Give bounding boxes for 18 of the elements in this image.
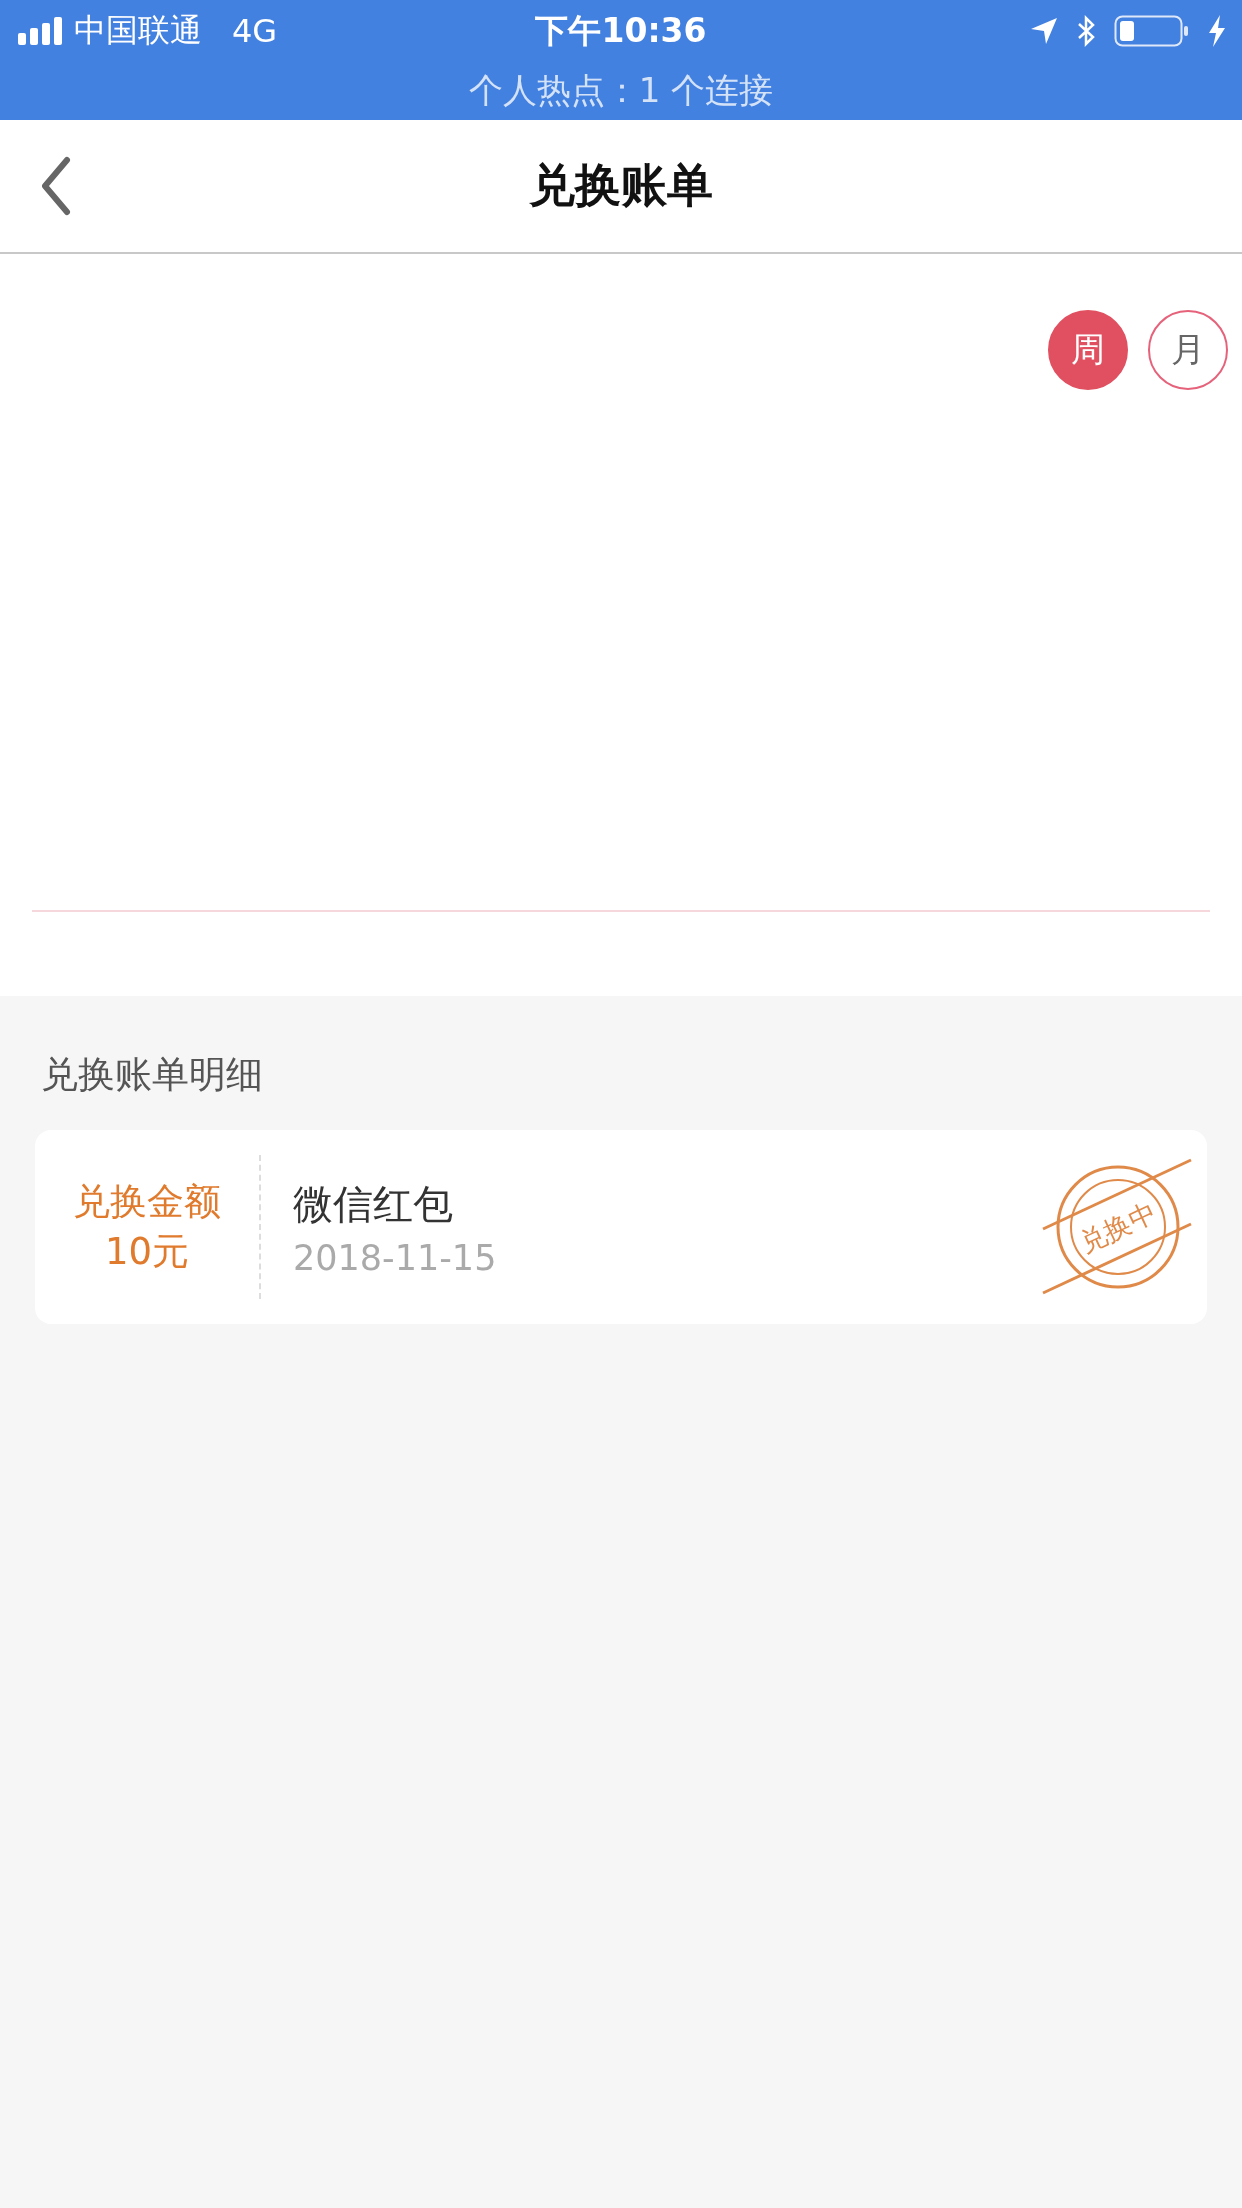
section-title: 兑换账单明细 (40, 1052, 264, 1098)
status-time: 下午10:36 (535, 9, 707, 52)
amount-label: 兑换金额 (73, 1179, 221, 1225)
stamp-label: 兑换中 (1073, 1195, 1162, 1261)
network-type: 4G (232, 12, 278, 50)
location-arrow-icon (1030, 17, 1058, 45)
period-toggle[interactable]: 周 (1048, 310, 1128, 390)
page-title: 兑换账单 (529, 157, 713, 214)
battery-icon (1114, 15, 1190, 47)
carrier-name: 中国联通 (74, 10, 202, 51)
record-name: 微信红包 (293, 1179, 454, 1229)
charging-bolt-icon (1208, 15, 1226, 47)
hotspot-text: 个人热点：1 个连接 (468, 69, 774, 112)
record-date: 2018-11-15 (293, 1237, 498, 1278)
amount-value: 10元 (104, 1229, 190, 1275)
bluetooth-icon (1076, 15, 1096, 47)
period-toggle[interactable]: 月 (1148, 310, 1228, 390)
signal-icon (18, 17, 64, 45)
